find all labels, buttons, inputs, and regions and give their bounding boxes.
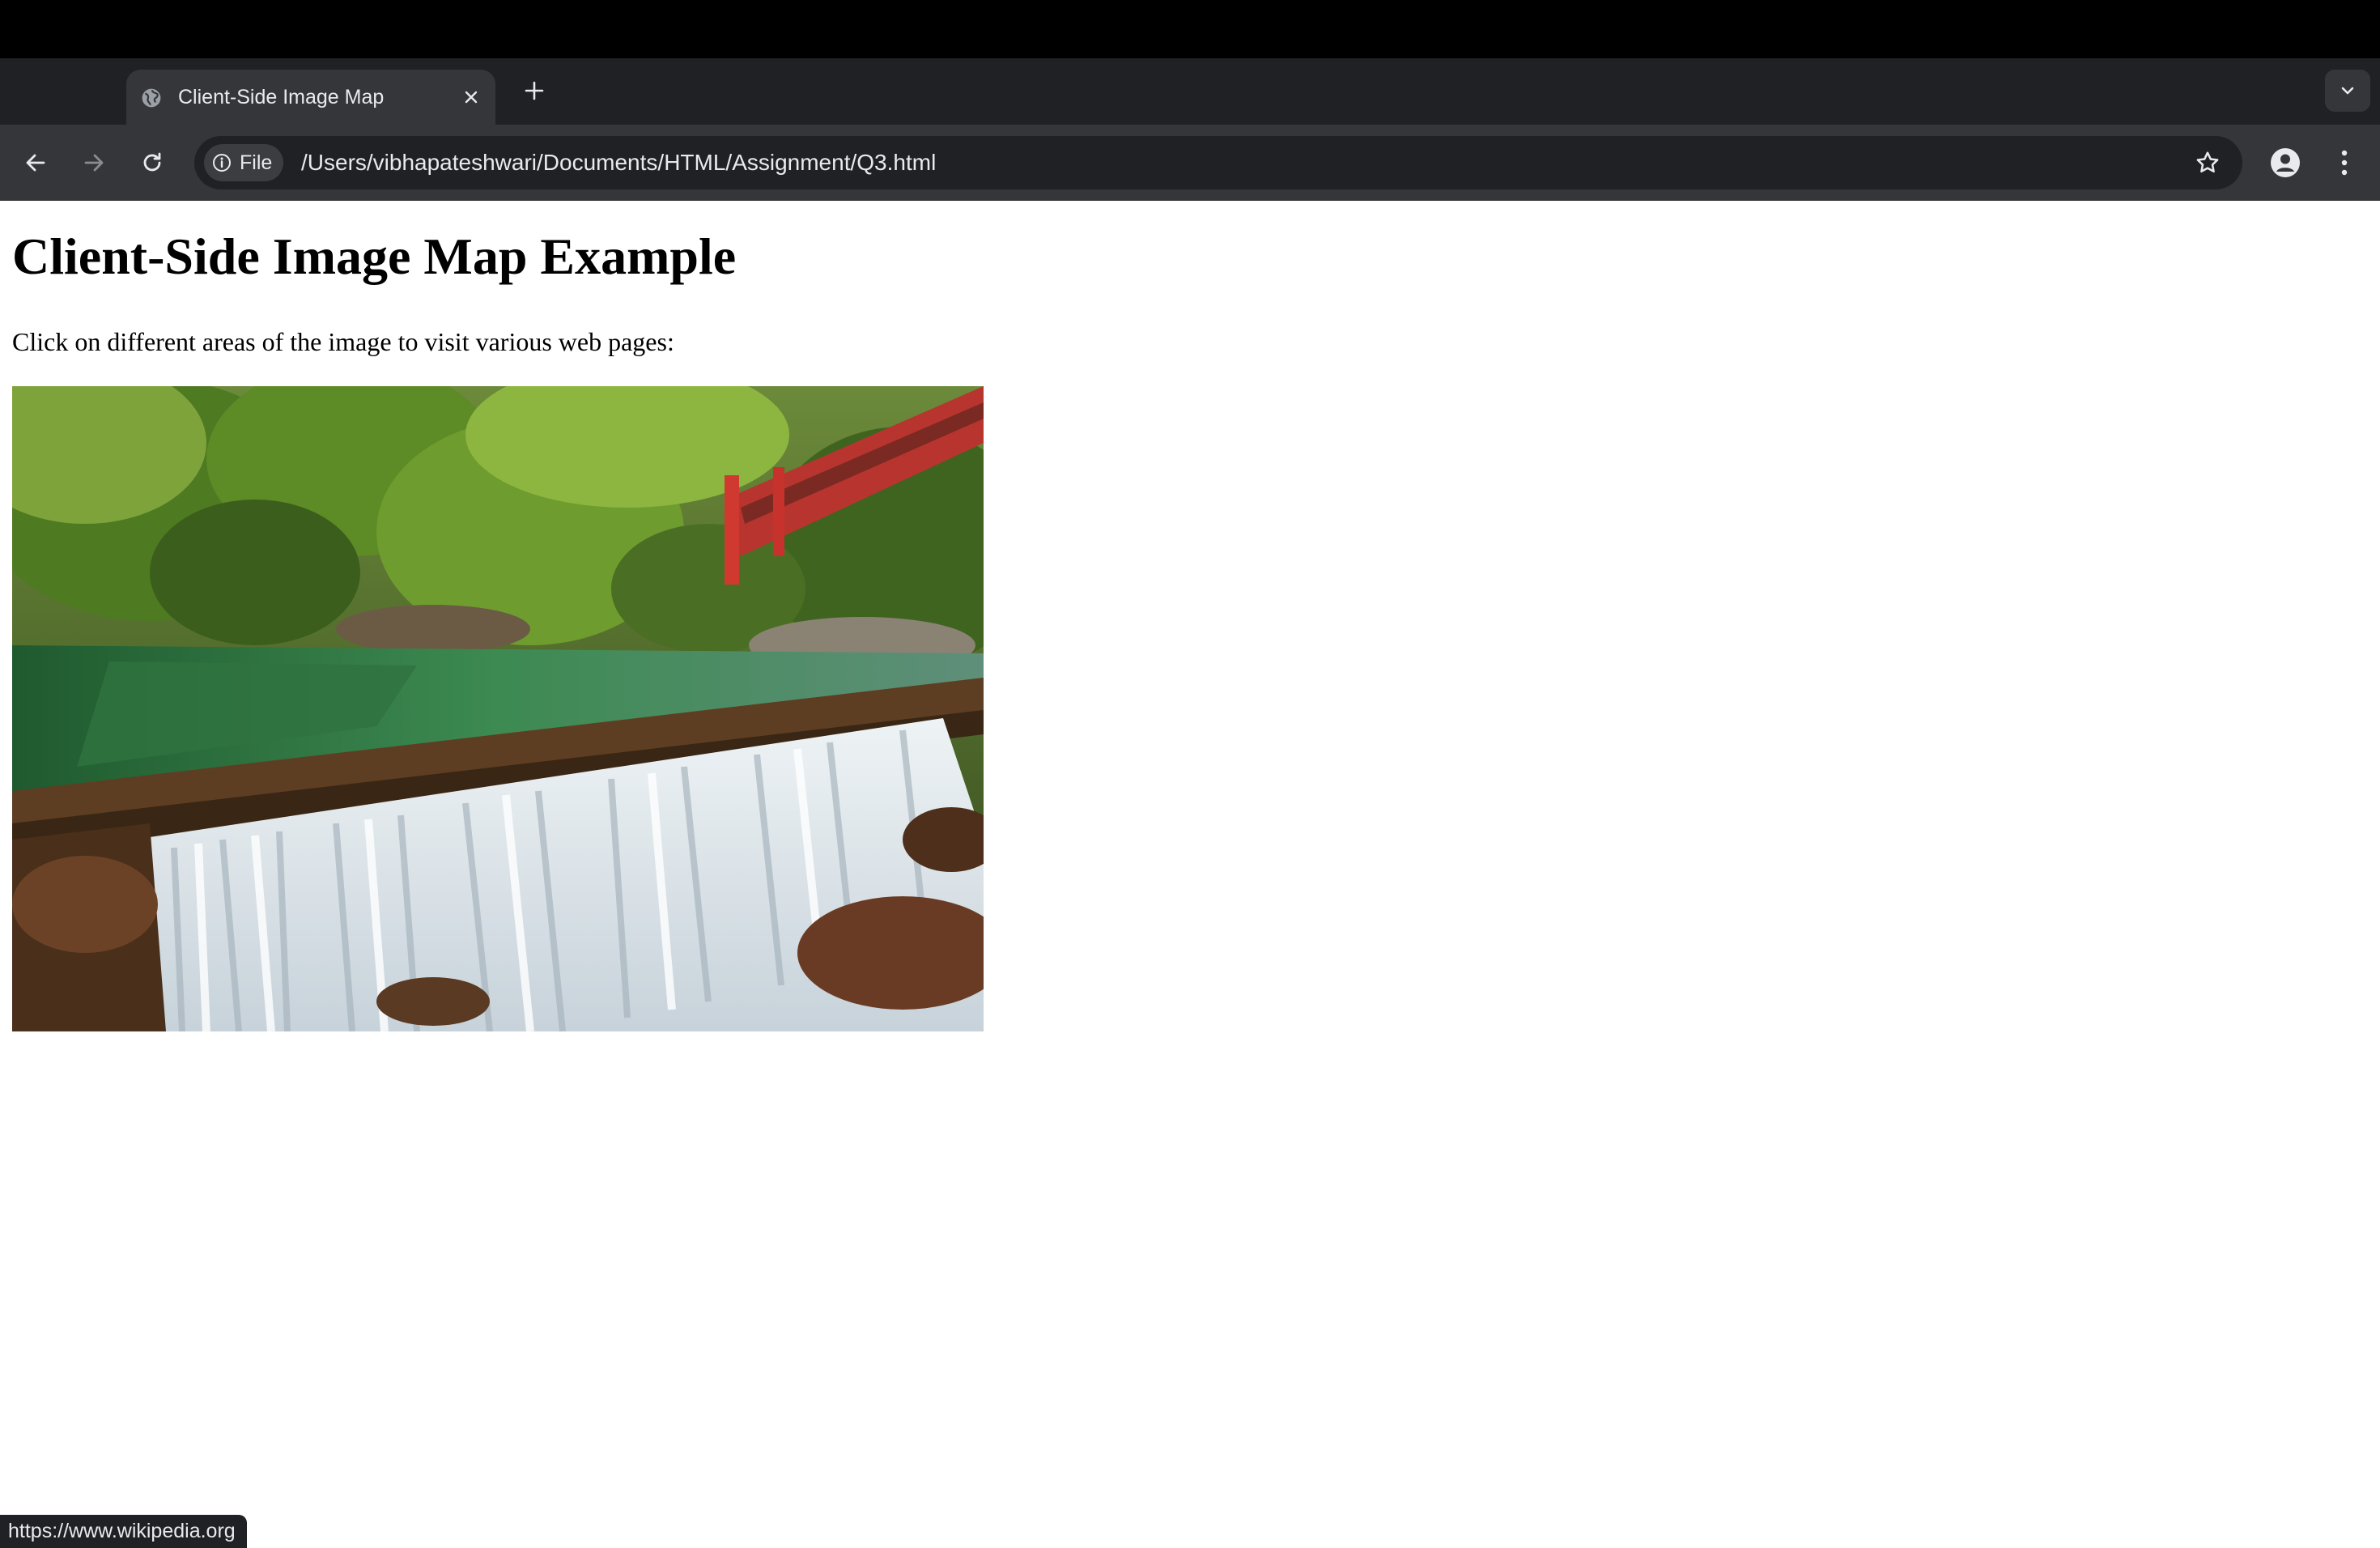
- tab-client-side-image-map[interactable]: Client-Side Image Map: [126, 70, 495, 125]
- page-content: Client-Side Image Map Example Click on d…: [0, 201, 2380, 1548]
- plus-icon: [525, 81, 544, 100]
- url-text[interactable]: /Users/vibhapateshwari/Documents/HTML/As…: [301, 136, 936, 189]
- tab-title: Client-Side Image Map: [178, 86, 385, 108]
- browser-toolbar: File /Users/vibhapateshwari/Documents/HT…: [0, 125, 2380, 201]
- close-icon[interactable]: [460, 86, 482, 108]
- instruction-text: Click on different areas of the image to…: [12, 327, 674, 356]
- chevron-down-icon: [2341, 87, 2354, 95]
- system-top-bar: [0, 0, 2380, 58]
- reload-button[interactable]: [131, 142, 173, 184]
- tab-strip: Client-Side Image Map: [0, 58, 2380, 125]
- bookmark-button[interactable]: [2191, 146, 2225, 180]
- page-heading: Client-Side Image Map Example: [12, 228, 737, 285]
- profile-button[interactable]: [2264, 142, 2306, 184]
- back-button[interactable]: [15, 142, 57, 184]
- info-icon: [213, 154, 231, 172]
- site-chip-label: File: [240, 151, 273, 174]
- globe-icon: [142, 88, 161, 108]
- forward-arrow-icon: [84, 154, 104, 172]
- site-info-chip[interactable]: File: [204, 144, 283, 181]
- back-arrow-icon: [26, 154, 45, 172]
- reload-icon: [143, 152, 161, 172]
- kebab-menu-icon: [2341, 150, 2348, 176]
- browser-menu-button[interactable]: [2323, 142, 2365, 184]
- status-bar-link-preview: https://www.wikipedia.org: [0, 1515, 247, 1548]
- new-tab-button[interactable]: [518, 74, 550, 107]
- profile-icon: [2271, 148, 2300, 177]
- star-icon: [2196, 151, 2219, 173]
- waterfall-image-map[interactable]: [12, 386, 984, 1031]
- tab-search-button[interactable]: [2325, 70, 2370, 112]
- forward-button[interactable]: [73, 142, 115, 184]
- address-bar[interactable]: File /Users/vibhapateshwari/Documents/HT…: [194, 136, 2242, 189]
